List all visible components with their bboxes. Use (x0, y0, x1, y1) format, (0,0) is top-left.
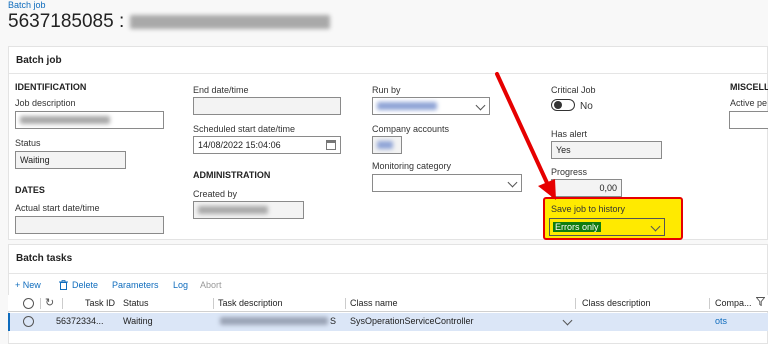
batch-tasks-title: Batch tasks (16, 253, 73, 264)
select-all-radio[interactable] (23, 298, 34, 309)
column-header-company[interactable]: Compa... (715, 295, 752, 312)
refresh-icon[interactable]: ↻ (45, 295, 54, 312)
cell-task-id: 56372334... (56, 316, 104, 326)
filter-icon-svg (755, 297, 766, 307)
table-row[interactable]: 56372334... Waiting S SysOperationServic… (8, 313, 768, 331)
filter-icon[interactable] (755, 295, 766, 312)
delete-button[interactable]: Delete (72, 280, 98, 290)
divider (9, 273, 767, 274)
column-header-task-description[interactable]: Task description (218, 295, 283, 312)
column-separator (40, 298, 41, 309)
cell-class-name: SysOperationServiceController (350, 316, 474, 326)
new-button[interactable]: + New (15, 280, 41, 290)
column-header-status[interactable]: Status (123, 295, 149, 312)
column-separator (213, 298, 214, 309)
abort-button[interactable]: Abort (200, 280, 222, 290)
trash-icon-svg (59, 280, 68, 290)
column-separator (575, 298, 576, 309)
chevron-down-icon[interactable] (562, 315, 573, 326)
cell-company[interactable]: ots (715, 313, 727, 330)
grid-header: ↻ Task ID Status Task description Class … (8, 295, 768, 312)
column-separator (709, 298, 710, 309)
cell-task-description-suffix: S (330, 316, 337, 326)
task-description-redacted (220, 317, 328, 325)
row-select-radio[interactable] (23, 316, 34, 327)
cell-status: Waiting (123, 316, 153, 326)
parameters-button[interactable]: Parameters (112, 280, 159, 290)
column-header-task-id[interactable]: Task ID (85, 295, 115, 312)
column-separator (62, 298, 63, 309)
trash-icon[interactable] (59, 280, 68, 292)
column-separator (345, 298, 346, 309)
column-header-class-name[interactable]: Class name (350, 295, 398, 312)
column-header-class-description[interactable]: Class description (582, 295, 651, 312)
log-button[interactable]: Log (173, 280, 188, 290)
cell-task-description-redacted (220, 317, 328, 327)
